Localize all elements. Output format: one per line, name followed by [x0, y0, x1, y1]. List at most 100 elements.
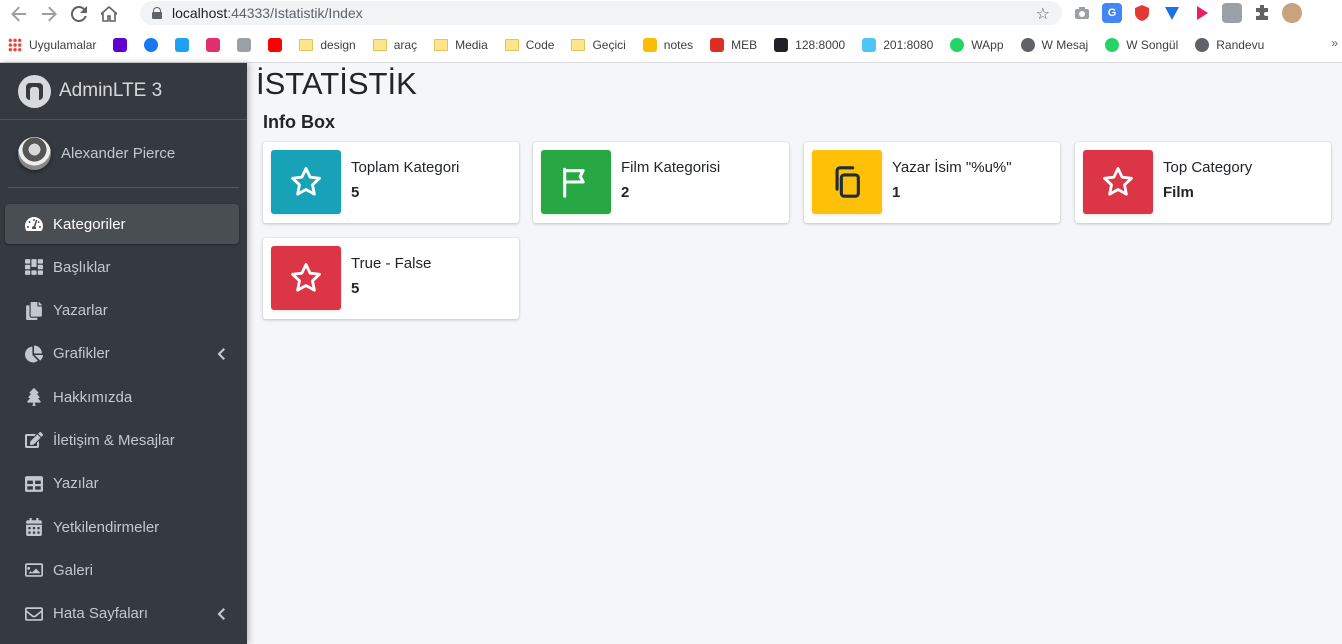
bookmark-w-song-l[interactable]: W Songül: [1105, 37, 1179, 52]
sidebar-item-yazilar[interactable]: Yazılar: [5, 464, 239, 504]
bookmark-mail[interactable]: [113, 37, 128, 52]
pie-chart-icon: [25, 345, 43, 363]
bookmark-instagram[interactable]: [206, 37, 221, 52]
bookmark-label: 128:8000: [795, 37, 846, 52]
signal-icon: [237, 37, 252, 52]
chevron-left-icon[interactable]: [217, 607, 225, 620]
sidebar-item-label: Başlıklar: [53, 258, 111, 276]
bookmark-randevu[interactable]: Randevu: [1195, 37, 1265, 52]
bookmark-w-mesaj[interactable]: W Mesaj: [1020, 37, 1089, 52]
bookmark-201-8080[interactable]: 201:8080: [862, 37, 933, 52]
image-icon: [25, 561, 43, 579]
bookmark-label: Media: [455, 37, 488, 52]
brand-text: AdminLTE 3: [59, 80, 163, 101]
page-title: İSTATİSTİK: [256, 66, 417, 101]
sidebar-item-iletisim[interactable]: İletişim & Mesajlar: [5, 420, 239, 460]
bookmark-twitter[interactable]: [175, 37, 190, 52]
profile-ext-icon[interactable]: [1222, 3, 1242, 23]
brand-link[interactable]: AdminLTE 3: [0, 63, 247, 120]
bookmark-label: WApp: [971, 37, 1004, 52]
globe-icon: [1020, 37, 1035, 52]
info-box: Top Category Film: [1075, 142, 1331, 223]
bookmark-128-8000[interactable]: 128:8000: [774, 37, 846, 52]
sidebar-item-galeri[interactable]: Galeri: [5, 550, 239, 590]
sidebar-item-kategoriler[interactable]: Kategoriler: [5, 204, 239, 244]
forward-icon[interactable]: [38, 3, 60, 25]
user-name: Alexander Pierce: [61, 145, 176, 162]
envelope-icon: [25, 605, 43, 623]
whatsapp-icon: [950, 37, 965, 52]
bookmark-label: design: [320, 37, 356, 52]
folder-icon: [372, 38, 387, 51]
sidebar-item-grafikler[interactable]: Grafikler: [5, 334, 239, 374]
sidebar-item-label: İletişim & Mesajlar: [53, 431, 175, 449]
bookmark-label: W Mesaj: [1041, 37, 1089, 52]
sidebar-item-label: Hata Sayfaları: [53, 605, 149, 623]
bookmark-notes[interactable]: notes: [642, 37, 694, 52]
bookmark-star-icon[interactable]: ☆: [1036, 4, 1050, 24]
bookmark-meb[interactable]: MEB: [710, 37, 757, 52]
bookmark-code[interactable]: Code: [504, 37, 555, 52]
bookmark-signal[interactable]: [237, 37, 252, 52]
sidebar: AdminLTE 3 Alexander Pierce Kategoriler B…: [0, 63, 247, 644]
back-icon[interactable]: [8, 3, 30, 25]
bookmark-label: notes: [663, 37, 694, 52]
bookmark-facebook[interactable]: [144, 37, 159, 52]
flag-icon: [541, 150, 611, 214]
info-box-number: 1: [892, 184, 901, 201]
wifi-icon: [862, 37, 877, 52]
bookmark-design[interactable]: design: [299, 37, 356, 52]
address-bar[interactable]: localhost:44333/Istatistik/Index ☆: [140, 1, 1062, 25]
bookmark-label: Code: [525, 37, 555, 52]
play-icon[interactable]: [1192, 3, 1212, 23]
info-box: True - False 5: [263, 238, 519, 319]
sidebar-item-yetkilendirmeler[interactable]: Yetkilendirmeler: [5, 507, 239, 547]
puzzle-icon[interactable]: [1252, 3, 1272, 23]
info-box-label: Film Kategorisi: [621, 159, 721, 176]
bookmark-label: W Songül: [1126, 37, 1179, 52]
profile-avatar-icon[interactable]: [1282, 3, 1302, 23]
info-box-number: 5: [351, 184, 360, 201]
bookmark-media[interactable]: Media: [434, 38, 488, 52]
bookmark-wapp[interactable]: WApp: [950, 37, 1004, 52]
sidebar-item-label: Galeri: [53, 561, 94, 579]
bookmark-ge-ici[interactable]: Geçici: [571, 38, 626, 52]
chevron-left-icon[interactable]: [217, 347, 225, 360]
bookmark-label: Randevu: [1216, 37, 1265, 52]
bookmark-youtube[interactable]: [268, 37, 283, 52]
router-icon: [774, 37, 789, 52]
globe-icon: [1195, 37, 1210, 52]
sidebar-menu: Kategoriler Başlıklar Yazarlar Grafikler Hak…: [0, 204, 247, 634]
translate-icon[interactable]: G: [1102, 3, 1122, 23]
home-icon[interactable]: [98, 3, 120, 25]
reload-icon[interactable]: [68, 3, 90, 25]
camera-icon[interactable]: [1072, 3, 1092, 23]
section-title: Info Box: [263, 112, 335, 132]
info-box-number: 2: [621, 184, 630, 201]
sidebar-item-label: Yazarlar: [53, 302, 108, 320]
mail-icon: [113, 37, 128, 52]
sidebar-item-label: Yazılar: [53, 475, 99, 493]
meb-icon: [710, 37, 725, 52]
vpn-icon[interactable]: [1162, 3, 1182, 23]
bookmark-label: Uygulamalar: [29, 37, 97, 52]
sidebar-item-hata-sayfalari[interactable]: Hata Sayfaları: [5, 594, 239, 634]
sidebar-item-label: Yetkilendirmeler: [53, 518, 160, 536]
bookmarks-overflow-button[interactable]: »: [1331, 36, 1338, 50]
bookmark-ara-[interactable]: araç: [372, 38, 417, 52]
info-box: Yazar İsim "%u%" 1: [804, 142, 1060, 223]
sidebar-item-hakkimizda[interactable]: Hakkımızda: [5, 377, 239, 417]
user-panel[interactable]: Alexander Pierce: [8, 120, 239, 188]
star-icon: [271, 150, 341, 214]
sidebar-item-yazarlar[interactable]: Yazarlar: [5, 291, 239, 331]
sidebar-item-label: Hakkımızda: [53, 388, 133, 406]
sidebar-item-basliklar[interactable]: Başlıklar: [5, 247, 239, 287]
extensions: G: [1072, 3, 1302, 23]
bookmark-uygulamalar[interactable]: Uygulamalar: [8, 37, 97, 52]
edit-icon: [25, 431, 43, 449]
copy-icon: [25, 301, 43, 320]
star-icon: [271, 246, 341, 310]
shield-icon[interactable]: [1132, 3, 1152, 23]
info-box-label: True - False: [351, 255, 432, 272]
content-wrapper: İSTATİSTİK Info Box Toplam Kategori 5 Film…: [247, 63, 1342, 644]
